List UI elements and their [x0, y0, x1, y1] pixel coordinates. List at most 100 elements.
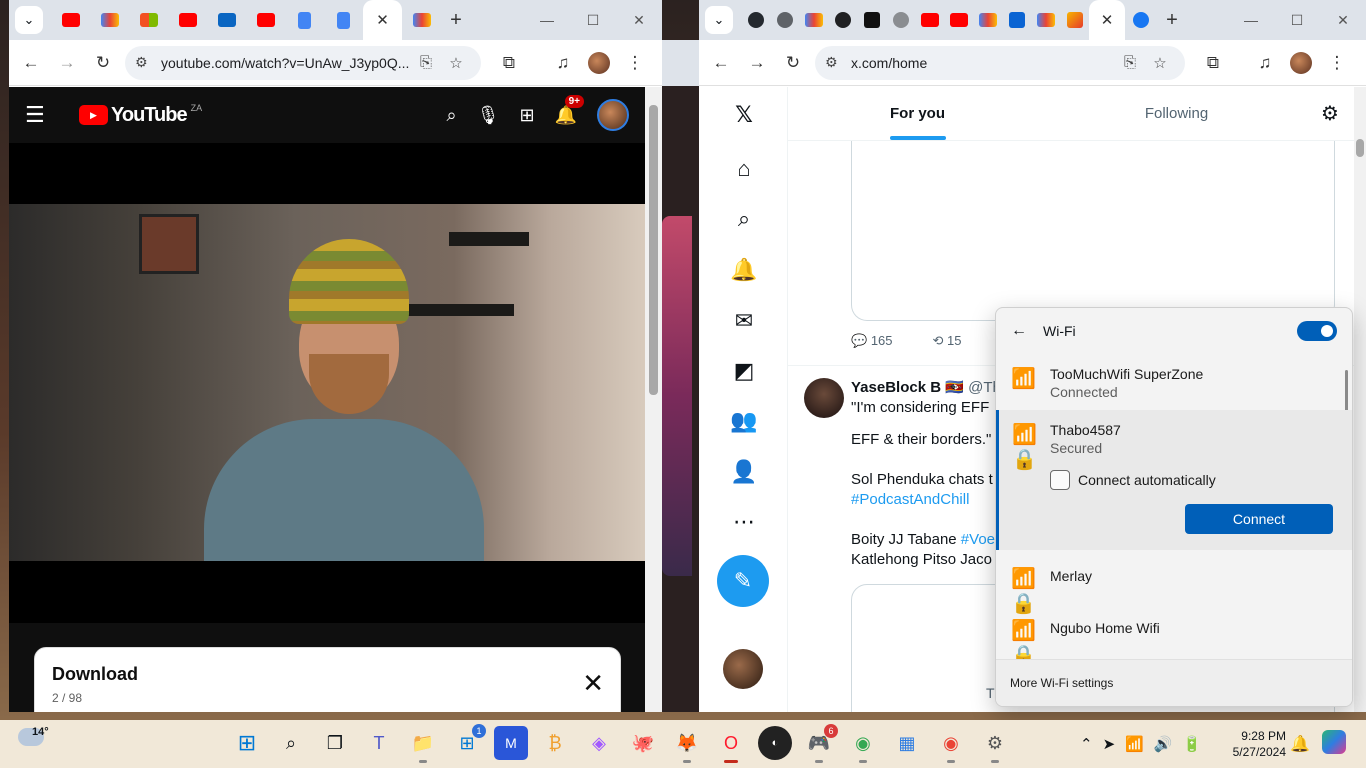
- settings-gear-icon[interactable]: ⚙: [978, 726, 1012, 763]
- tab-linkedin[interactable]: [207, 0, 246, 40]
- settings-gear-icon[interactable]: ⚙: [1306, 87, 1354, 140]
- connect-button[interactable]: Connect: [1185, 504, 1333, 534]
- volume-icon[interactable]: 🔊: [1154, 735, 1173, 753]
- battery-icon[interactable]: 🔋: [1183, 735, 1202, 753]
- maximize-icon[interactable]: ☐: [570, 0, 616, 40]
- tab-gmail-2[interactable]: [973, 0, 1002, 40]
- discord-icon[interactable]: 🎮 6: [802, 724, 838, 763]
- close-icon[interactable]: ✕: [376, 11, 389, 29]
- tab-gmail-1[interactable]: [90, 0, 129, 40]
- tab-gmail-3[interactable]: [1031, 0, 1060, 40]
- youtube-logo[interactable]: ▶ YouTube ZA: [79, 103, 202, 127]
- install-icon[interactable]: ⎘: [411, 54, 441, 71]
- address-bar[interactable]: ⚙ youtube.com/watch?v=UnAw_J3yp0Q... ⎘ ☆: [125, 45, 481, 80]
- back-arrow-icon[interactable]: ←: [1011, 322, 1043, 340]
- site-info-icon[interactable]: ⚙: [135, 54, 161, 71]
- notifications-icon[interactable]: 🔔: [728, 254, 760, 286]
- x-logo-icon[interactable]: 𝕏: [728, 99, 760, 131]
- opera-icon[interactable]: O: [714, 726, 748, 763]
- forward-icon[interactable]: →: [739, 45, 775, 81]
- back-icon[interactable]: ←: [13, 45, 49, 81]
- grok-icon[interactable]: ◩: [728, 355, 760, 387]
- more-icon[interactable]: ⋯: [728, 506, 760, 538]
- create-video-icon[interactable]: ⊞: [519, 105, 534, 126]
- chrome-icon[interactable]: ◉: [846, 726, 880, 763]
- firefox-icon[interactable]: 🦊: [670, 726, 704, 763]
- tab-following[interactable]: Following: [1047, 87, 1306, 140]
- media-app-icon[interactable]: ◐: [758, 726, 792, 760]
- home-icon[interactable]: ⌂: [728, 153, 760, 185]
- close-window-icon[interactable]: ✕: [1320, 0, 1366, 40]
- tab-gmail[interactable]: [799, 0, 828, 40]
- more-wifi-settings-link[interactable]: More Wi-Fi settings: [996, 659, 1352, 706]
- media-control-icon[interactable]: ♫: [545, 45, 581, 81]
- teams-icon[interactable]: T: [362, 726, 396, 760]
- explore-search-icon[interactable]: ⌕: [728, 203, 760, 235]
- tab-microsoft[interactable]: [129, 0, 168, 40]
- post-author-avatar[interactable]: [804, 378, 844, 418]
- tab-youtube-2[interactable]: [944, 0, 973, 40]
- address-url[interactable]: youtube.com/watch?v=UnAw_J3yp0Q...: [161, 55, 411, 71]
- minimize-icon[interactable]: —: [1228, 0, 1274, 40]
- microphone-icon[interactable]: 🎙: [477, 105, 500, 126]
- coin-app-icon[interactable]: ₿: [538, 726, 572, 760]
- chrome-profile-icon[interactable]: ◉: [934, 726, 968, 763]
- calendar-app-icon[interactable]: ▦: [890, 726, 924, 760]
- tab-youtube-1[interactable]: [51, 0, 90, 40]
- copilot-icon[interactable]: [1322, 730, 1346, 754]
- notification-center-icon[interactable]: 🔔: [1290, 734, 1310, 754]
- repost-button[interactable]: ⟲ 15: [933, 333, 962, 349]
- location-icon[interactable]: ➤: [1103, 735, 1116, 753]
- minimize-icon[interactable]: —: [524, 0, 570, 40]
- user-avatar[interactable]: [597, 99, 629, 131]
- start-windows-icon[interactable]: ⊞: [230, 726, 264, 760]
- connect-automatically-row[interactable]: Connect automatically: [1050, 470, 1337, 490]
- profile-icon[interactable]: 👤: [728, 456, 760, 488]
- wifi-network-item-expanded[interactable]: 📶🔒 Thabo4587 Secured Connect automatical…: [996, 410, 1352, 550]
- wifi-tray-icon[interactable]: 📶: [1125, 735, 1144, 753]
- wifi-toggle[interactable]: [1297, 321, 1337, 341]
- menu-kebab-icon[interactable]: ⋮: [617, 45, 653, 81]
- media-control-icon[interactable]: ♫: [1247, 45, 1283, 81]
- install-icon[interactable]: ⎘: [1115, 54, 1145, 71]
- tab-web[interactable]: [770, 0, 799, 40]
- tab-for-you[interactable]: For you: [788, 87, 1047, 140]
- tab-github[interactable]: [741, 0, 770, 40]
- close-icon[interactable]: ✕: [582, 668, 604, 699]
- address-url[interactable]: x.com/home: [851, 55, 1115, 71]
- weather-widget[interactable]: 14°: [18, 726, 49, 746]
- tab-search-button[interactable]: ⌄: [705, 6, 733, 34]
- tab-facebook-2[interactable]: [1125, 0, 1157, 40]
- app-tile-icon[interactable]: M: [494, 726, 528, 760]
- search-icon[interactable]: ⌕: [274, 726, 308, 760]
- account-avatar[interactable]: [723, 649, 763, 689]
- messages-icon[interactable]: ✉: [728, 305, 760, 337]
- hashtag-link[interactable]: #Voe: [961, 531, 995, 548]
- reply-button[interactable]: 💬 165: [851, 333, 893, 349]
- microsoft-store-icon[interactable]: ⊞ 1: [450, 724, 486, 760]
- page-scrollbar[interactable]: [1354, 87, 1366, 712]
- maximize-icon[interactable]: ☐: [1274, 0, 1320, 40]
- tab-youtube-2[interactable]: [168, 0, 207, 40]
- new-tab-button[interactable]: +: [441, 9, 471, 32]
- video-frame[interactable]: [9, 204, 645, 561]
- tab-youtube-1[interactable]: [915, 0, 944, 40]
- file-explorer-icon[interactable]: 📁: [406, 726, 440, 763]
- wifi-network-item[interactable]: 📶 TooMuchWifi SuperZone Connected: [996, 354, 1352, 410]
- tab-gmail-2[interactable]: [402, 0, 441, 40]
- compose-post-button[interactable]: ✎: [717, 555, 769, 607]
- address-bar[interactable]: ⚙ x.com/home ⎘ ☆: [815, 45, 1185, 80]
- tab-search-button[interactable]: ⌄: [15, 6, 43, 34]
- post-media[interactable]: [851, 141, 1335, 321]
- github-desktop-icon[interactable]: 🐙: [626, 726, 660, 760]
- new-tab-button[interactable]: +: [1157, 9, 1187, 32]
- close-icon[interactable]: ✕: [1101, 11, 1114, 29]
- connect-automatically-checkbox[interactable]: [1050, 470, 1070, 490]
- extensions-icon[interactable]: ⧉: [491, 45, 527, 81]
- tab-active-x[interactable]: ✕: [1089, 0, 1125, 40]
- tab-docs-2[interactable]: [324, 0, 363, 40]
- hamburger-menu-icon[interactable]: ☰: [25, 102, 51, 128]
- wifi-network-item[interactable]: 📶🔒 Ngubo Home Wifi: [996, 604, 1352, 667]
- notifications-bell-icon[interactable]: 🔔 9+: [555, 94, 584, 126]
- back-icon[interactable]: ←: [703, 45, 739, 81]
